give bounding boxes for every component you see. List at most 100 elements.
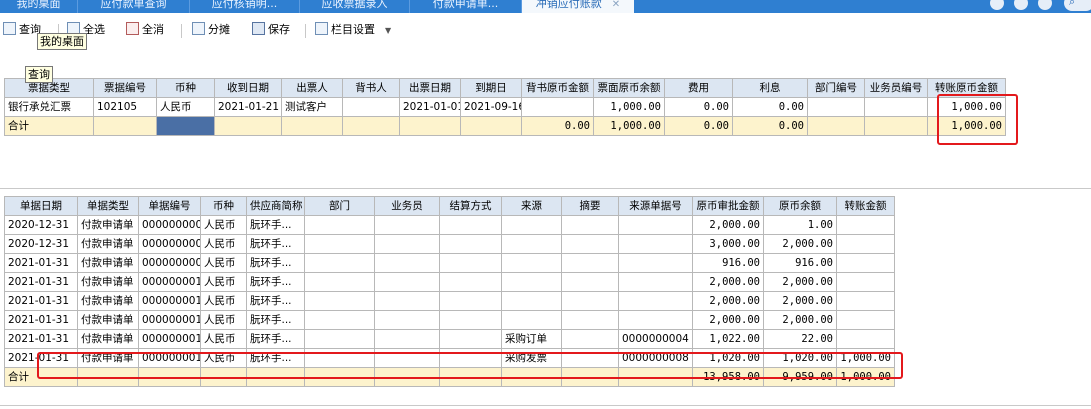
document-row[interactable]: 2021-01-31付款申请单0000000015人民币朊环手... 2,000.…: [4, 291, 895, 311]
bill-cell: [864, 97, 928, 117]
bill-column-header[interactable]: 币种: [156, 78, 215, 98]
document-cell: [439, 367, 502, 387]
bill-cell: 0.00: [732, 116, 808, 136]
document-cell: [836, 291, 895, 311]
document-row[interactable]: 2021-01-31付款申请单0000000017人民币朊环手... 采购订单 00…: [4, 329, 895, 349]
bill-cell: [342, 97, 400, 117]
document-cell: 13,958.00: [692, 367, 764, 387]
document-cell: [374, 291, 440, 311]
document-row[interactable]: 2020-12-31付款申请单0000000003人民币朊环手... 3,000.…: [4, 234, 895, 254]
bill-total-row[interactable]: 合计 0.00 1,000.00 0.00 0.00 1,000.00: [4, 116, 1006, 136]
document-cell: 3,000.00: [692, 234, 764, 254]
bill-row[interactable]: 银行承兑汇票 102105 人民币 2021-01-21 测试客户 2021-01-01 2…: [4, 97, 1006, 117]
document-row[interactable]: 2021-01-31付款申请单0000000016人民币朊环手... 2,000.…: [4, 310, 895, 330]
document-cell: 2,000.00: [763, 291, 837, 311]
document-column-header[interactable]: 供应商简称: [246, 196, 305, 216]
tab-payment-request[interactable]: 付款申请单...: [410, 0, 522, 13]
document-cell: 916.00: [692, 253, 764, 273]
document-cell: 22.00: [763, 329, 837, 349]
document-cell: [439, 234, 502, 254]
document-cell: [561, 348, 619, 368]
search-icon[interactable]: ⌕: [1064, 0, 1091, 11]
document-cell: 人民币: [200, 329, 247, 349]
tab-desktop[interactable]: 我的桌面: [0, 0, 78, 13]
tab-receivable-bill-entry[interactable]: 应收票据录入: [300, 0, 410, 13]
tab-offset-payables[interactable]: 冲销应付账款 ✕: [522, 0, 634, 13]
document-cell: 2021-01-31: [4, 348, 78, 368]
bill-column-header[interactable]: 到期日: [460, 78, 522, 98]
document-cell: 0000000004: [618, 329, 693, 349]
document-column-header[interactable]: 摘要: [561, 196, 619, 216]
bill-column-header[interactable]: 票据编号: [93, 78, 157, 98]
document-cell: [618, 253, 693, 273]
document-column-header[interactable]: 单据类型: [77, 196, 139, 216]
tab-payable-writeoff-detail[interactable]: 应付核销明...: [190, 0, 300, 13]
document-cell: 朊环手...: [246, 234, 305, 254]
document-cell: [501, 253, 562, 273]
bill-column-header[interactable]: 转账原币金额: [927, 78, 1006, 98]
save-button[interactable]: 保存: [252, 20, 290, 40]
document-cell: 2020-12-31: [4, 215, 78, 235]
bill-column-header[interactable]: 业务员编号: [864, 78, 928, 98]
bill-column-header[interactable]: 出票人: [281, 78, 343, 98]
split-button[interactable]: 分摊: [192, 20, 230, 40]
user-icon[interactable]: [990, 0, 1004, 10]
document-cell: [439, 291, 502, 311]
document-cell: [374, 348, 440, 368]
settings-icon[interactable]: [1014, 0, 1028, 10]
document-cell: 付款申请单: [77, 310, 139, 330]
document-cell: [618, 367, 693, 387]
document-cell: [374, 253, 440, 273]
chevron-down-icon[interactable]: ▼: [385, 26, 391, 35]
document-column-header[interactable]: 部门: [304, 196, 375, 216]
column-settings-button[interactable]: 栏目设置 ▼: [315, 20, 391, 40]
document-cell: [501, 215, 562, 235]
bill-column-header[interactable]: 背书人: [342, 78, 400, 98]
query-button[interactable]: 查询: [3, 20, 41, 40]
document-column-header[interactable]: 来源: [501, 196, 562, 216]
document-column-header[interactable]: 单据日期: [4, 196, 78, 216]
document-row[interactable]: 2021-01-31付款申请单0000000007人民币朊环手... 916.00…: [4, 253, 895, 273]
bill-column-header[interactable]: 费用: [664, 78, 733, 98]
document-cell: 0000000017: [138, 329, 201, 349]
document-column-header[interactable]: 结算方式: [439, 196, 502, 216]
document-cell: 朊环手...: [246, 272, 305, 292]
document-cell: [374, 272, 440, 292]
document-cell: [501, 291, 562, 311]
close-icon[interactable]: ✕: [612, 0, 620, 10]
document-cell: [304, 367, 375, 387]
document-total-row[interactable]: 合计 13,958.00 9,959.00 1,000.00: [4, 367, 895, 387]
document-column-header[interactable]: 来源单据号: [618, 196, 693, 216]
toolbar-divider: [305, 24, 306, 38]
tab-payable-query[interactable]: 应付款单查询: [78, 0, 190, 13]
document-cell: [561, 253, 619, 273]
bill-column-header[interactable]: 票面原币余额: [593, 78, 665, 98]
document-cell: 2021-01-31: [4, 310, 78, 330]
help-icon[interactable]: [1038, 0, 1052, 10]
document-cell: 付款申请单: [77, 215, 139, 235]
document-column-header[interactable]: 原币余额: [763, 196, 837, 216]
document-column-header[interactable]: 业务员: [374, 196, 440, 216]
bill-cell: 2021-01-21: [214, 97, 282, 117]
document-cell: [501, 310, 562, 330]
bill-column-header[interactable]: 利息: [732, 78, 808, 98]
document-cell: [836, 310, 895, 330]
document-column-header[interactable]: 币种: [200, 196, 247, 216]
document-column-header[interactable]: 转账金额: [836, 196, 895, 216]
document-cell: 朊环手...: [246, 348, 305, 368]
document-cell: 0000000002: [138, 215, 201, 235]
document-column-header[interactable]: 原币审批金额: [692, 196, 764, 216]
document-row[interactable]: 2021-01-31付款申请单0000000014人民币朊环手... 2,000.…: [4, 272, 895, 292]
document-row[interactable]: 2020-12-31付款申请单0000000002人民币朊环手... 2,000.…: [4, 215, 895, 235]
bill-column-header[interactable]: 收到日期: [214, 78, 282, 98]
document-cell: 916.00: [763, 253, 837, 273]
bill-column-header[interactable]: 出票日期: [399, 78, 461, 98]
bill-column-header[interactable]: 背书原币金额: [521, 78, 594, 98]
bill-column-header[interactable]: 部门编号: [807, 78, 865, 98]
deselect-all-button[interactable]: 全消: [126, 20, 164, 40]
document-cell: 采购发票: [501, 348, 562, 368]
document-row[interactable]: 2021-01-31付款申请单0000000018人民币朊环手... 采购发票 00…: [4, 348, 895, 368]
document-column-header[interactable]: 单据编号: [138, 196, 201, 216]
document-cell: 朊环手...: [246, 215, 305, 235]
bill-cell: 0.00: [664, 116, 733, 136]
